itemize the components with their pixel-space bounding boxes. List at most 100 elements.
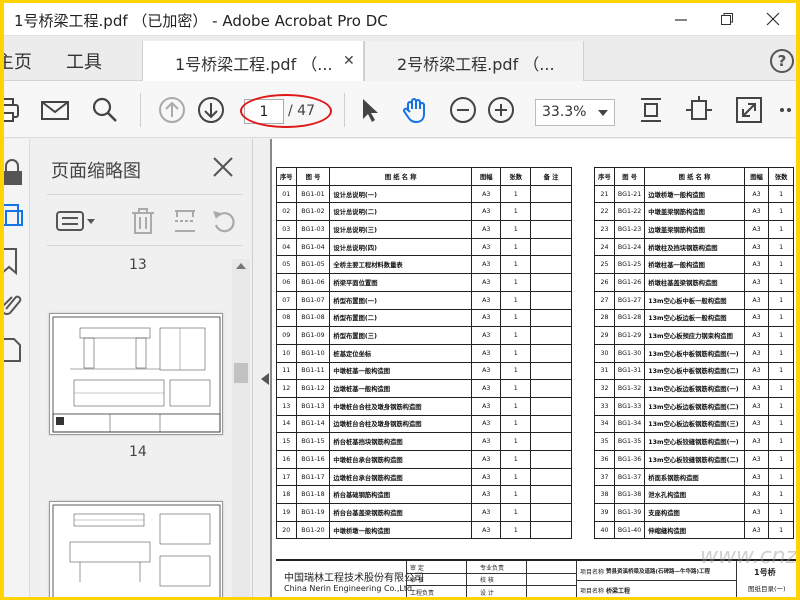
rail-lock-button[interactable] [4,159,28,187]
previous-page-button[interactable] [157,95,187,125]
table-cell: 1 [768,343,794,363]
split-pages-button[interactable] [171,207,199,235]
table-cell: BG1-39 [613,503,646,522]
maximize-button[interactable] [704,3,750,36]
table-row: 33 BG1-33 13m空心板边板钢筋构造图(二) A3 1 [594,396,794,416]
table-row: 35 BG1-35 13m空心板铰缝钢筋构造图(一) A3 1 [594,432,794,451]
table-cell: BG1-27 [613,290,646,310]
table-cell: 1 [500,255,531,275]
panel-title: 页面缩略图 [51,161,141,182]
table-cell: A3 [743,308,770,328]
table-cell: 37 [594,467,615,487]
table-cell: A3 [743,220,770,239]
page-thumbnail-15[interactable] [49,501,223,597]
table-cell: 中墩盖梁钢筋构造图 [644,202,745,222]
email-button[interactable] [40,95,70,125]
table-cell: A3 [470,273,502,292]
minimize-button[interactable] [658,3,704,36]
table-cell: 桥墩柱基一般构造图 [644,255,745,275]
scrollbar-thumb[interactable] [234,363,248,383]
table-cell: 03 [276,220,297,239]
table-cell: 桥型布置图(一) [329,290,472,310]
close-window-button[interactable] [750,3,796,36]
table-cell: 23 [594,220,615,239]
plus-circle-icon [488,97,514,123]
tab-document-1[interactable]: 1号桥梁工程.pdf （... ✕ [142,41,364,82]
select-tool-button[interactable] [354,95,384,125]
rotate-view-button[interactable] [684,95,714,125]
table-cell: BG1-20 [295,520,331,540]
table-cell: 17 [276,467,297,487]
table-cell: 1 [500,485,531,505]
tab-document-2-label: 2号桥梁工程.pdf （... [397,55,555,74]
print-button[interactable] [4,95,22,125]
rail-thumbnails-button[interactable] [4,201,28,229]
more-tools-button[interactable] [776,95,796,125]
tab-tools[interactable]: 工具 [66,48,102,74]
rail-attachments-button[interactable] [4,289,28,317]
table-cell: A3 [470,414,502,434]
table-cell: 桥墩柱及挡块钢筋构造图 [644,237,745,257]
main-toolbar: / 47 33.3% [4,81,796,138]
table-cell: 13m空心板边板一般构造图 [644,308,745,328]
delete-pages-button[interactable] [129,207,157,235]
table-header-row: 序号图 号图 纸 名 称图幅 张数备 注 [276,167,573,186]
tab-close-icon[interactable]: ✕ [343,53,355,69]
table-cell: 1 [500,326,531,345]
table-cell: 设计总说明(三) [329,220,472,239]
page-thumbnail-14[interactable] [49,313,223,435]
table-row: 32 BG1-32 13m空心板边板钢筋构造图(一) A3 1 [594,379,794,398]
table-cell: A3 [743,414,770,434]
search-button[interactable] [90,95,120,125]
drawing-index-table-right: 序号图 号图 纸 名 称图幅 张数 21 BG1-21 边墩桥墩一般构造图 A3 1 22 B… [594,167,794,540]
more-dots-icon [780,108,791,112]
table-cell: 02 [276,202,297,222]
table-cell: A3 [743,273,770,292]
help-button[interactable]: ? [770,49,794,73]
rotate-pages-button[interactable] [211,207,239,235]
table-cell: 1 [500,432,531,451]
thumbnail-options-button[interactable] [55,207,99,235]
table-cell: 1 [768,432,794,451]
tab-document-2[interactable]: 2号桥梁工程.pdf （... [364,41,584,81]
table-cell: BG1-15 [295,432,331,451]
table-cell: BG1-21 [613,184,646,204]
lock-icon [4,159,22,185]
table-cell: 13m空心板边板钢筋构造图(一) [644,379,745,398]
table-cell: 29 [594,326,615,345]
table-cell: 泄水孔构造图 [644,485,745,505]
table-cell: BG1-23 [613,220,646,239]
table-cell: 13m空心板边板钢筋构造图(二) [644,396,745,416]
table-cell [529,343,573,363]
table-cell: A3 [470,450,502,469]
table-row: 28 BG1-28 13m空心板边板一般构造图 A3 1 [594,308,794,328]
full-screen-button[interactable] [734,95,764,125]
document-view[interactable]: 序号图 号图 纸 名 称图幅 张数备 注 01 BG1-01 设计总说明(一) A3 1 0… [270,139,796,597]
table-cell: 1 [500,273,531,292]
zoom-dropdown[interactable]: 33.3% [535,99,615,126]
zoom-out-button[interactable] [448,95,478,125]
thumbnail-scrollbar[interactable] [232,259,250,597]
fit-page-button[interactable] [636,95,666,125]
table-cell: 13m空心板铰缝钢筋构造图(二) [644,450,745,469]
table-cell [529,290,573,310]
scroll-up-arrow-icon[interactable] [236,263,246,269]
table-cell: 边墩桩台承台钢筋构造图 [329,467,472,487]
table-cell [529,396,573,416]
table-row: 23 BG1-23 边墩盖梁钢筋构造图 A3 1 [594,220,794,239]
table-cell: 25 [594,255,615,275]
table-cell: BG1-07 [295,290,331,310]
rotate-icon [213,211,235,233]
zoom-in-button[interactable] [486,95,516,125]
rail-bookmarks-button[interactable] [4,247,28,276]
tab-home[interactable]: 主页 [4,48,32,74]
next-page-button[interactable] [196,95,226,125]
collapse-panel-arrow-icon[interactable] [261,373,269,385]
panel-close-button[interactable] [211,155,235,179]
table-row: 21 BG1-21 边墩桥墩一般构造图 A3 1 [594,184,794,204]
rail-layers-button[interactable] [4,335,28,363]
hand-tool-button[interactable] [400,95,430,125]
table-cell: 26 [594,273,615,292]
table-cell: 27 [594,290,615,310]
column-header: 序号 [594,167,615,186]
